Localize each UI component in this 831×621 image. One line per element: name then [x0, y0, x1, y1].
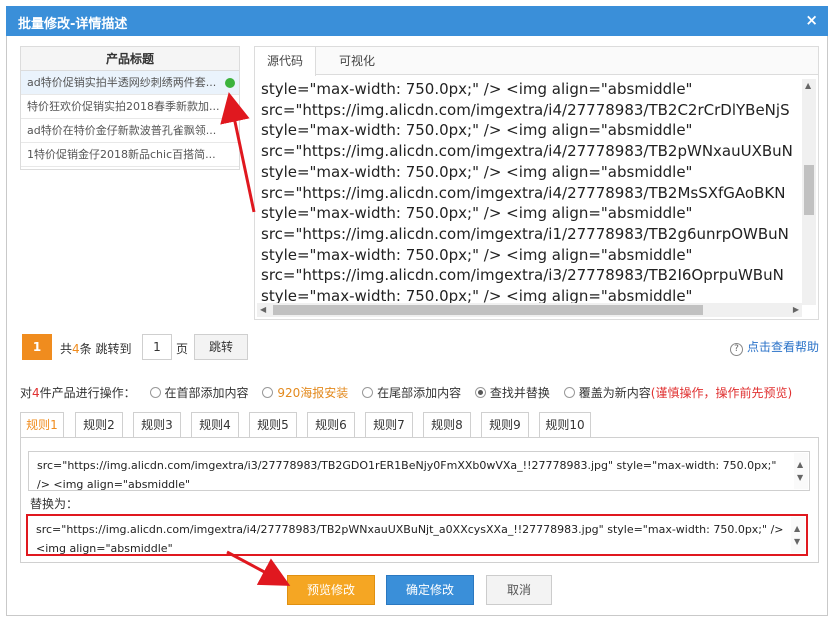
page-total-suffix: 条 跳转到: [79, 342, 132, 356]
tab-rule-3[interactable]: 规则3: [133, 412, 181, 438]
close-icon[interactable]: ×: [805, 11, 818, 29]
editor-vertical-scrollbar[interactable]: ▲: [802, 79, 816, 305]
option-label: 在尾部添加内容: [377, 386, 462, 400]
page-total: 共4条 跳转到: [60, 340, 131, 357]
code-line: src="https://img.alicdn.com/imgextra/i4/…: [261, 142, 793, 161]
status-dot-icon: [225, 78, 235, 88]
product-item-title: ad特价在特价金仔新款波普孔雀飘领...: [27, 124, 217, 137]
tab-rule-6[interactable]: 规则6: [307, 412, 355, 438]
code-line: style="max-width: 750.0px;" /> <img alig…: [261, 121, 693, 140]
code-line: style="max-width: 750.0px;" /> <img alig…: [261, 162, 693, 181]
scroll-up-icon[interactable]: ▲: [805, 81, 811, 90]
tab-rule-9[interactable]: 规则9: [481, 412, 529, 438]
radio-add-tail[interactable]: [362, 387, 374, 398]
code-line: style="max-width: 750.0px;" /> <img alig…: [261, 80, 693, 98]
scroll-left-icon[interactable]: ◀: [260, 305, 266, 314]
product-item[interactable]: ad特价促销实拍半透网纱刺绣两件套...: [21, 71, 239, 95]
code-line: src="https://img.alicdn.com/imgextra/i4/…: [261, 183, 786, 202]
tab-rule-7[interactable]: 规则7: [365, 412, 413, 438]
page-current[interactable]: 1: [22, 334, 52, 360]
ops-prefix: 对: [20, 386, 33, 400]
code-line: style="max-width: 750.0px;" /> <img alig…: [261, 245, 693, 264]
editor-horizontal-scrollbar[interactable]: ◀ ▶: [257, 303, 802, 317]
tab-rule-4[interactable]: 规则4: [191, 412, 239, 438]
radio-overwrite[interactable]: [563, 387, 575, 398]
ops-count: 4: [32, 386, 40, 400]
help-label: 点击查看帮助: [747, 340, 820, 354]
code-line: style="max-width: 750.0px;" /> <img alig…: [261, 204, 693, 223]
source-code-textarea[interactable]: style="max-width: 750.0px;" /> <img alig…: [261, 79, 801, 305]
option-label: 在首部添加内容: [164, 386, 249, 400]
confirm-button[interactable]: 确定修改: [386, 575, 474, 605]
cancel-button[interactable]: 取消: [486, 575, 552, 605]
product-item[interactable]: ad特价在特价金仔新款波普孔雀飘领...: [21, 119, 239, 143]
dialog-title: 批量修改-详情描述: [18, 17, 128, 32]
ops-warning: (谨慎操作，操作前先预览): [650, 386, 793, 400]
product-item-title: 特价狂欢价促销实拍2018春季新款加...: [27, 100, 220, 113]
help-link[interactable]: ? 点击查看帮助: [730, 338, 819, 356]
page-number-input[interactable]: 1: [142, 334, 172, 360]
product-list-header: 产品标题: [21, 47, 239, 71]
description-editor: 源代码 可视化 style="max-width: 750.0px;" /> <…: [254, 46, 819, 320]
page-unit: 页: [176, 342, 189, 356]
scroll-right-icon[interactable]: ▶: [793, 305, 799, 314]
option-label: 覆盖为新内容: [578, 386, 651, 400]
product-item[interactable]: 1特价促销金仔2018新品chic百搭简...: [21, 143, 239, 167]
radio-find-replace[interactable]: [474, 387, 486, 398]
code-line: src="https://img.alicdn.com/imgextra/i3/…: [261, 266, 784, 285]
scrollbar-thumb[interactable]: [273, 305, 703, 315]
dialog-titlebar: 批量修改-详情描述 ×: [6, 6, 828, 36]
textarea-scrollbar[interactable]: ▲ ▼: [794, 453, 808, 489]
scrollbar-thumb[interactable]: [804, 165, 814, 215]
jump-button[interactable]: 跳转: [194, 334, 248, 360]
tab-rule-8[interactable]: 规则8: [423, 412, 471, 438]
tab-rule-1[interactable]: 规则1: [20, 412, 64, 438]
help-icon: ?: [730, 343, 743, 356]
editor-tabs: 源代码 可视化: [255, 47, 818, 76]
tab-source-code[interactable]: 源代码: [255, 47, 317, 76]
find-textarea[interactable]: src="https://img.alicdn.com/imgextra/i3/…: [28, 451, 810, 491]
tab-visual[interactable]: 可视化: [327, 47, 387, 75]
tab-rule-2[interactable]: 规则2: [75, 412, 123, 438]
highlight-box: [26, 514, 808, 556]
radio-add-head[interactable]: [149, 387, 161, 398]
preview-button[interactable]: 预览修改: [287, 575, 375, 605]
code-line: src="https://img.alicdn.com/imgextra/i4/…: [261, 100, 790, 119]
option-label: 查找并替换: [489, 386, 550, 400]
tab-rule-10[interactable]: 规则10: [539, 412, 591, 438]
page-total-count: 4: [72, 342, 80, 356]
code-line: src="https://img.alicdn.com/imgextra/i1/…: [261, 224, 789, 243]
ops-suffix: 件产品进行操作：: [39, 386, 136, 400]
product-item-title: 1特价促销金仔2018新品chic百搭简...: [27, 148, 216, 161]
scroll-down-icon[interactable]: ▼: [797, 468, 803, 487]
radio-poster[interactable]: [262, 387, 274, 398]
option-label: 920海报安装: [277, 386, 349, 400]
page-total-prefix: 共: [60, 342, 73, 356]
operation-options: 对4件产品进行操作： 在首部添加内容 920海报安装 在尾部添加内容 查找并替换…: [20, 384, 792, 401]
product-item[interactable]: 特价狂欢价促销实拍2018春季新款加...: [21, 95, 239, 119]
find-text: src="https://img.alicdn.com/imgextra/i3/…: [37, 459, 777, 491]
product-list: 产品标题 ad特价促销实拍半透网纱刺绣两件套... 特价狂欢价促销实拍2018春…: [20, 46, 240, 170]
replace-label: 替换为：: [30, 497, 79, 511]
tab-rule-5[interactable]: 规则5: [249, 412, 297, 438]
product-item-title: ad特价促销实拍半透网纱刺绣两件套...: [27, 76, 217, 89]
